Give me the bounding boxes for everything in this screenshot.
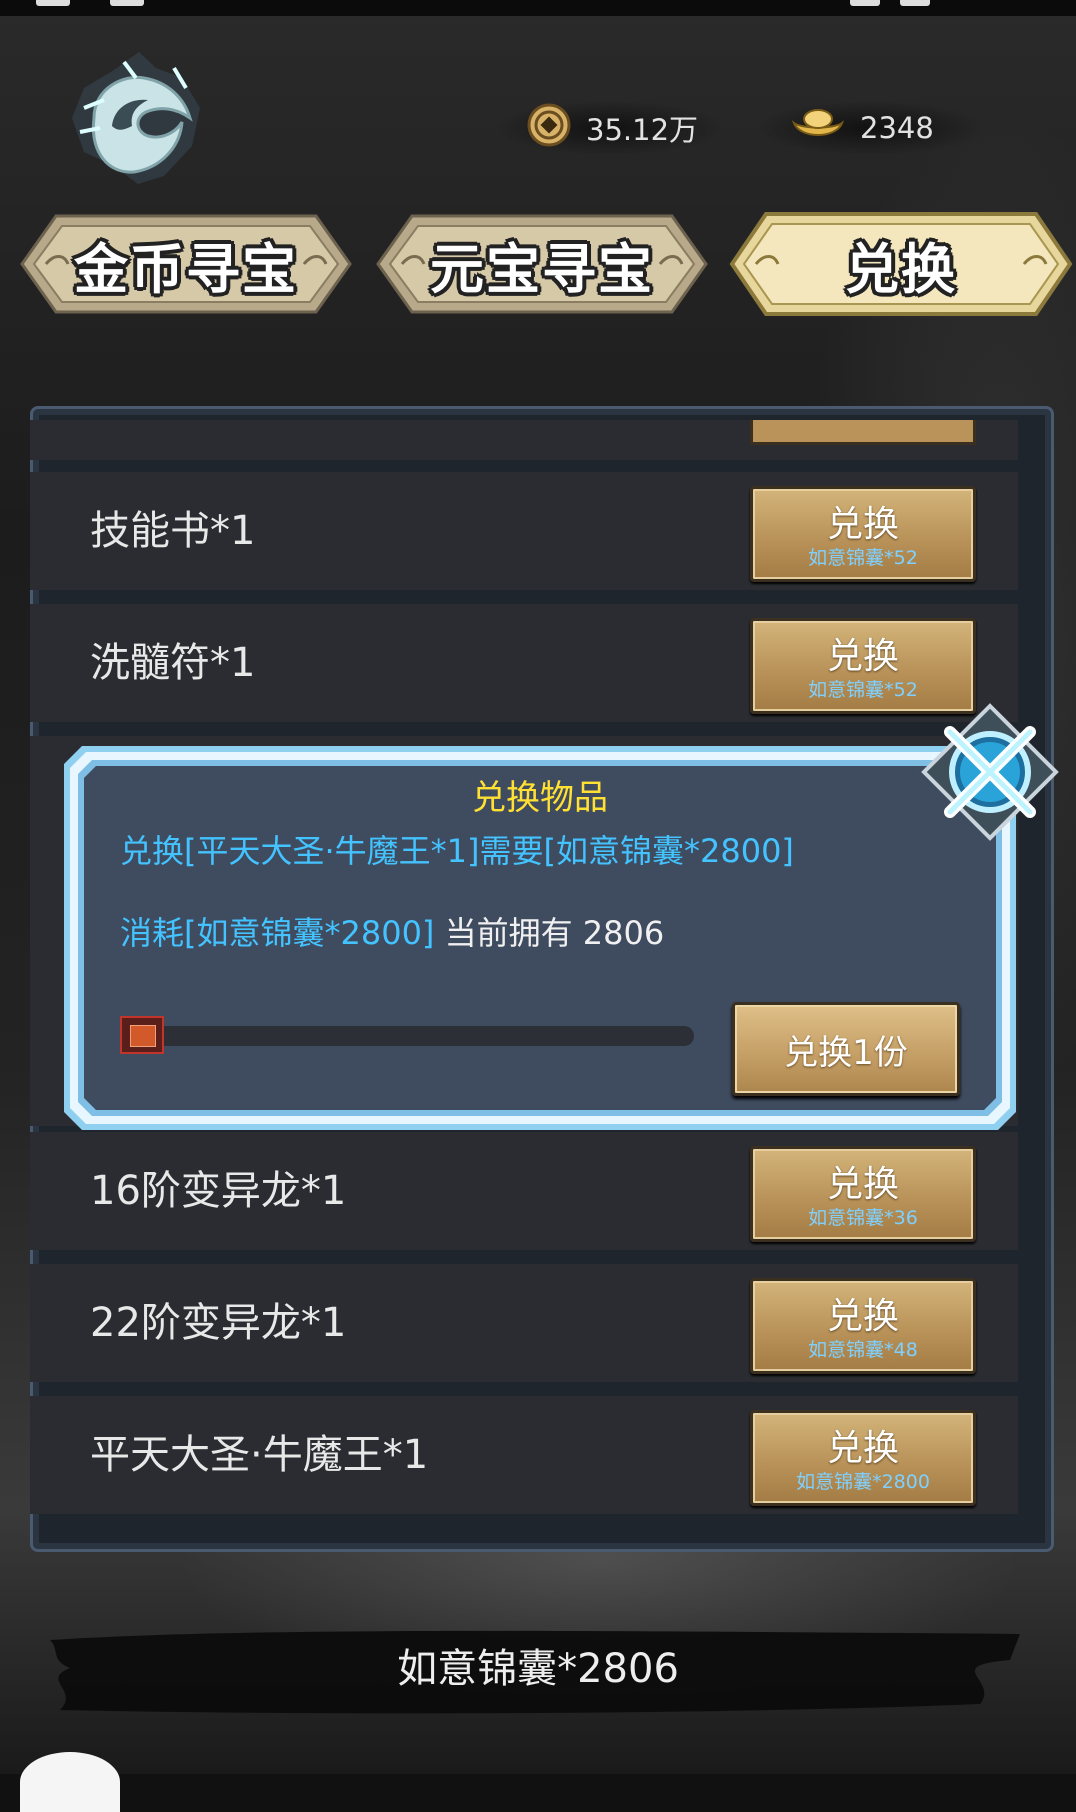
consume-cost: 消耗[如意锦囊*2800]	[120, 914, 435, 952]
confirm-exchange-button[interactable]: 兑换1份	[732, 1002, 960, 1096]
list-item: 洗髓符*1 兑换 如意锦囊*52	[30, 604, 1018, 722]
tab-label: 兑换	[845, 237, 957, 301]
exchange-button[interactable]: 兑换 如意锦囊*2800	[750, 1410, 976, 1506]
coin-amount: 35.12万	[586, 113, 699, 147]
exchange-button[interactable]: 兑换 如意锦囊*36	[750, 1146, 976, 1242]
exchange-dialog[interactable]: 兑换物品 兑换[平天大圣·牛魔王*1]需要[如意锦囊*2800] 消耗[如意锦囊…	[58, 740, 1022, 1136]
quantity-slider-track[interactable]	[126, 1026, 694, 1046]
gold-ingot-icon	[790, 105, 846, 152]
inventory-count: 如意锦囊*2806	[397, 1646, 679, 1692]
button-cost: 如意锦囊*52	[808, 679, 918, 701]
exchange-button[interactable]: 兑换 如意锦囊*52	[750, 618, 976, 714]
copper-coin-icon	[526, 102, 572, 155]
quantity-slider-handle[interactable]	[120, 1016, 164, 1054]
ingot-balance: 2348	[790, 108, 934, 148]
tab-gold-coin-treasure[interactable]: 金币寻宝	[16, 208, 356, 320]
dialog-title: 兑换物品	[472, 778, 608, 818]
list-item: 16阶变异龙*1 兑换 如意锦囊*36	[30, 1132, 1018, 1250]
list-item: 平天大圣·牛魔王*1 兑换 如意锦囊*2800	[30, 1396, 1018, 1514]
button-cost: 如意锦囊*52	[808, 547, 918, 569]
item-name: 16阶变异龙*1	[90, 1168, 347, 1214]
coin-balance: 35.12万	[526, 103, 699, 148]
item-name: 洗髓符*1	[90, 640, 256, 686]
item-name: 平天大圣·牛魔王*1	[90, 1432, 429, 1478]
close-icon[interactable]	[920, 702, 1060, 842]
button-label: 兑换	[826, 636, 899, 677]
exchange-button[interactable]: 兑换 如意锦囊*48	[750, 1278, 976, 1374]
tab-label: 金币寻宝	[74, 237, 298, 301]
avatar[interactable]	[20, 1752, 120, 1812]
tab-label: 元宝寻宝	[430, 237, 654, 301]
exchange-requirement: 兑换[平天大圣·牛魔王*1]需要[如意锦囊*2800]	[120, 832, 794, 870]
list-item: 技能书*1 兑换 如意锦囊*52	[30, 472, 1018, 590]
button-cost: 如意锦囊*48	[808, 1339, 918, 1361]
list-item: 22阶变异龙*1 兑换 如意锦囊*48	[30, 1264, 1018, 1382]
button-label: 兑换	[826, 504, 899, 545]
status-bar	[0, 0, 1076, 16]
tab-exchange[interactable]: 兑换	[728, 208, 1074, 320]
button-label: 兑换	[826, 1296, 899, 1337]
owned-amount: 当前拥有 2806	[434, 914, 665, 952]
button-cost: 如意锦囊*2800	[796, 1471, 930, 1493]
item-name: 技能书*1	[90, 508, 256, 554]
item-name: 22阶变异龙*1	[90, 1300, 347, 1346]
button-label: 兑换	[826, 1428, 899, 1469]
button-cost: 如意锦囊*36	[808, 1207, 918, 1229]
exchange-button[interactable]: 兑换 如意锦囊*52	[750, 486, 976, 582]
tab-ingot-treasure[interactable]: 元宝寻宝	[372, 208, 712, 320]
list-item	[30, 420, 1018, 460]
ingot-amount: 2348	[860, 111, 934, 145]
button-label: 兑换	[826, 1164, 899, 1205]
dragon-emblem-icon[interactable]	[64, 48, 214, 188]
exchange-consumption: 消耗[如意锦囊*2800] 当前拥有 2806	[120, 908, 664, 954]
